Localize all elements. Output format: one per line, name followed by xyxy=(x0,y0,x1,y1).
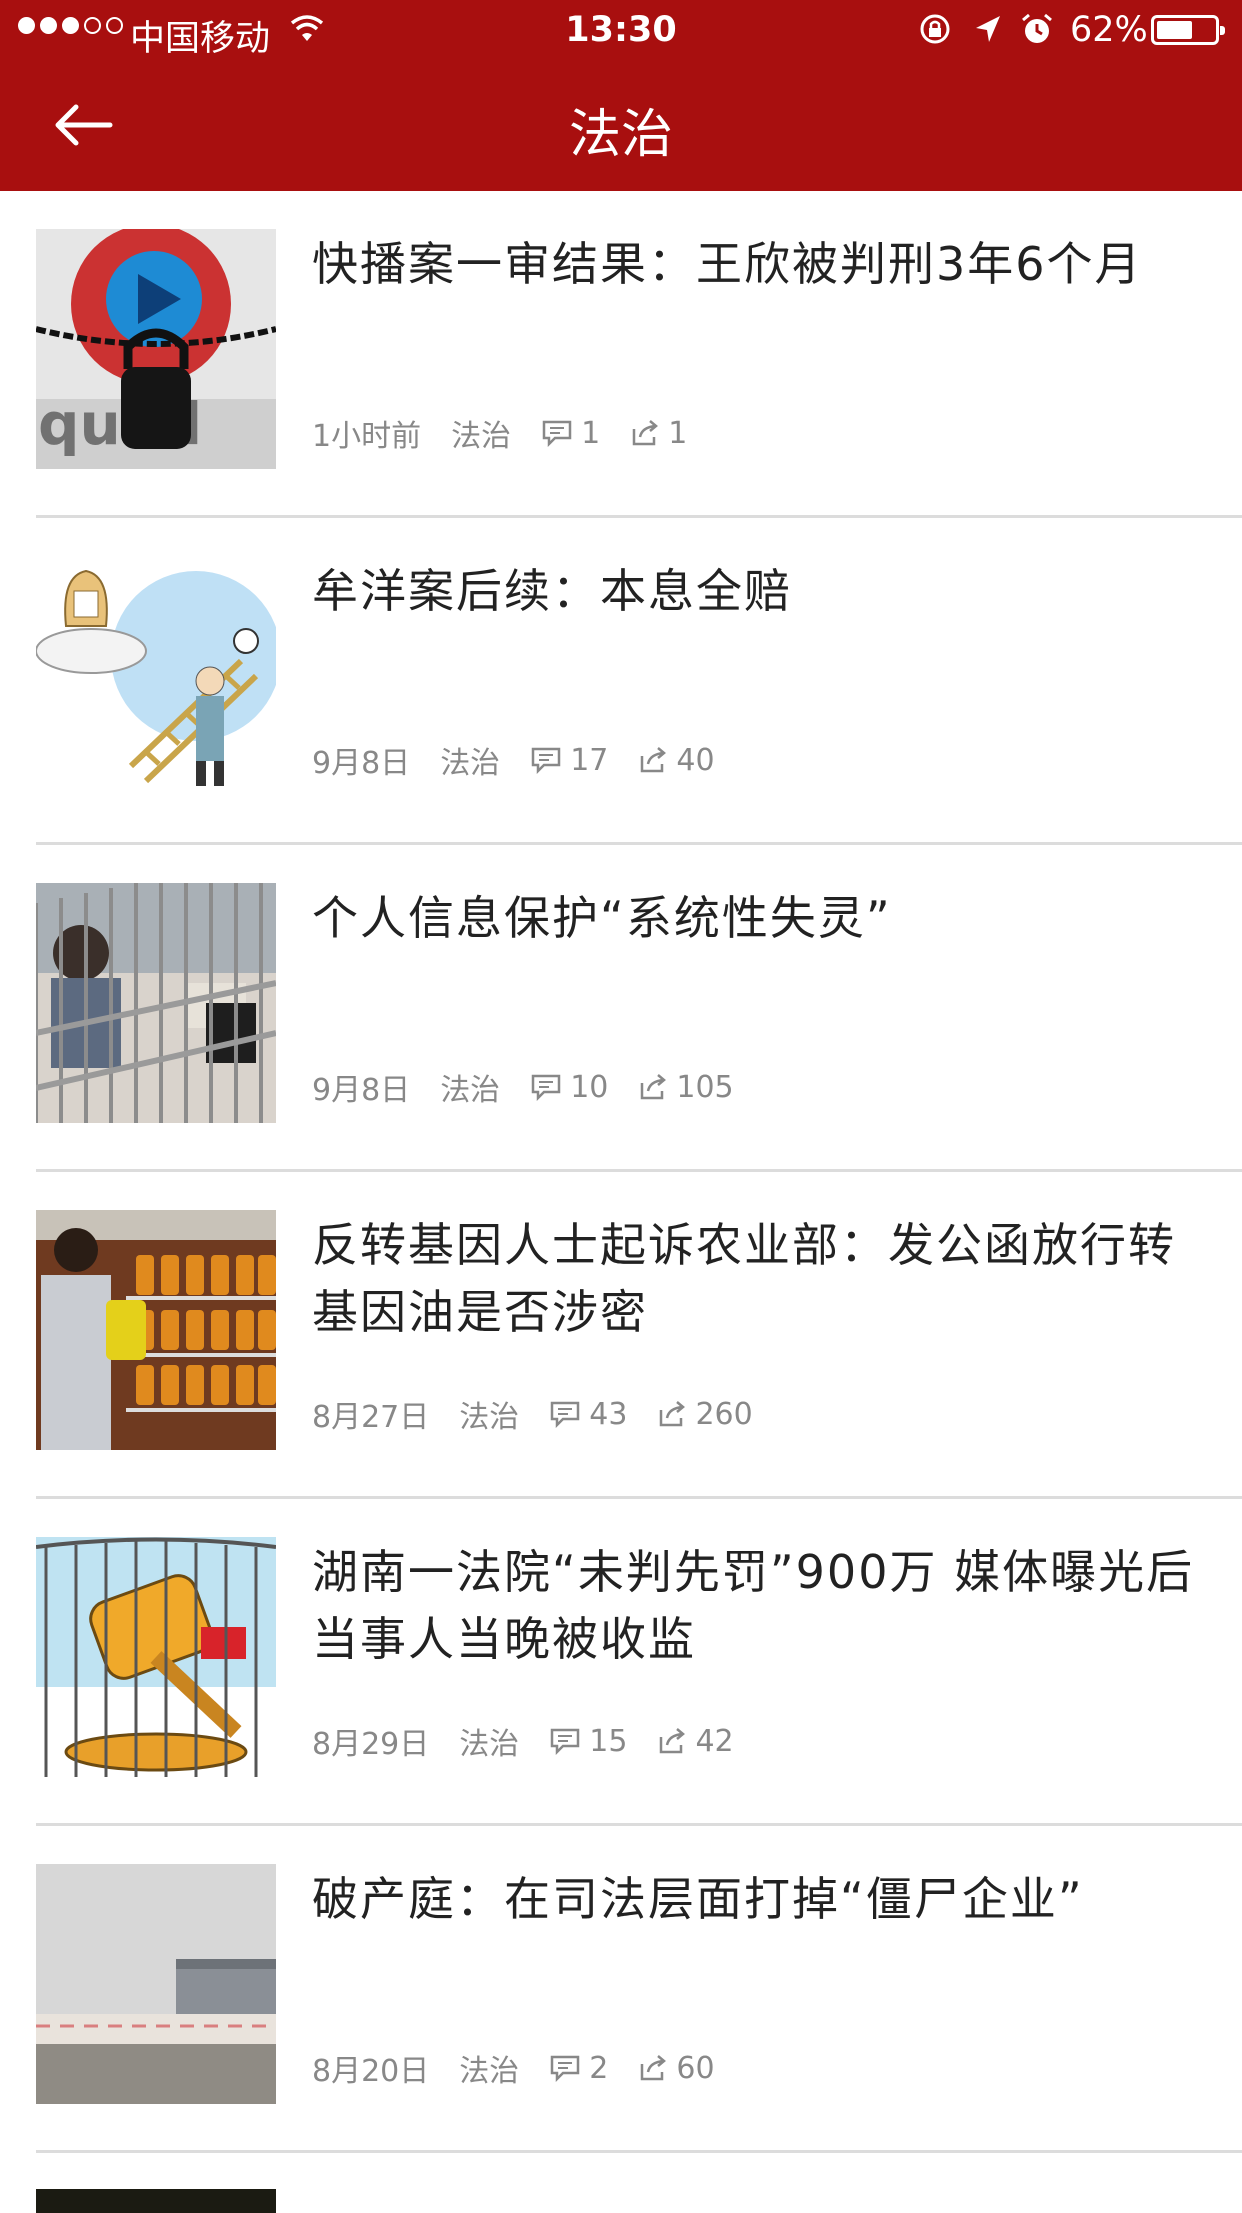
comment-icon xyxy=(551,1401,580,1428)
top-bar: 中国移动 13:30 62% 法治 xyxy=(0,0,1242,191)
article-item[interactable]: 个人信息保护“系统性失灵” 9月8日 法治 10 105 xyxy=(0,845,1242,1172)
comment-count: 17 xyxy=(570,742,609,778)
article-meta: 8月27日 法治 43 260 xyxy=(312,1394,783,1436)
next-article-thumbnail xyxy=(36,2189,276,2213)
share-count: 40 xyxy=(676,742,715,778)
factory-thumbnail xyxy=(36,1864,276,2104)
comment-icon xyxy=(551,1728,580,1755)
share-count: 260 xyxy=(695,1396,753,1432)
article-date: 8月29日 xyxy=(312,1727,430,1762)
article-category: 法治 xyxy=(440,746,501,781)
article-category: 法治 xyxy=(459,1400,520,1435)
article-date: 8月27日 xyxy=(312,1400,430,1435)
comment-icon xyxy=(531,747,561,774)
comment-icon xyxy=(551,2055,580,2082)
article-item[interactable]: 牟洋案后续：本息全赔 9月8日 法治 17 40 xyxy=(0,518,1242,845)
article-item-partial[interactable] xyxy=(0,2153,1242,2213)
share-icon xyxy=(660,1401,686,1427)
article-meta: 1小时前 法治 1 1 xyxy=(312,413,717,455)
comment-count: 43 xyxy=(589,1396,628,1432)
comment-count: 15 xyxy=(589,1723,628,1759)
article-item[interactable]: 反转基因人士起诉农业部：发公函放行转基因油是否涉密 8月27日 法治 43 26… xyxy=(0,1172,1242,1499)
status-time: 13:30 xyxy=(565,10,677,50)
battery-icon xyxy=(1151,15,1225,45)
share-icon xyxy=(641,2055,667,2081)
page-title: 法治 xyxy=(568,105,673,165)
article-date: 1小时前 xyxy=(312,419,422,454)
article-meta: 9月8日 法治 10 105 xyxy=(312,1067,764,1109)
article-item[interactable]: 湖南一法院“未判先罚”900万 媒体曝光后当事人当晚被收监 8月29日 法治 1… xyxy=(0,1499,1242,1826)
article-title: 反转基因人士起诉农业部：发公函放行转基因油是否涉密 xyxy=(312,1218,1176,1339)
share-count: 1 xyxy=(668,415,688,451)
article-category: 法治 xyxy=(459,1727,520,1762)
article-title: 个人信息保护“系统性失灵” xyxy=(312,891,892,945)
share-icon xyxy=(632,420,659,446)
article-meta: 9月8日 法治 17 40 xyxy=(312,740,745,782)
comment-icon xyxy=(542,420,572,447)
qvod-lock-thumbnail: quod xyxy=(36,229,276,469)
article-category: 法治 xyxy=(459,2054,520,2089)
article-category: 法治 xyxy=(451,419,512,454)
cartoon-ladder-thumbnail xyxy=(36,556,276,796)
share-count: 60 xyxy=(676,2050,715,2086)
courtroom-cage-thumbnail xyxy=(36,883,276,1123)
location-arrow-icon xyxy=(976,16,1000,42)
battery-percentage: 62% xyxy=(1070,10,1148,50)
share-count: 42 xyxy=(695,1723,734,1759)
article-list: quod 快播案一审结果：王欣被判刑3年6个月 1小时前 法治 1 1 牟洋案后… xyxy=(0,191,1242,2213)
comment-count: 10 xyxy=(570,1069,609,1105)
rotation-lock-icon xyxy=(920,14,950,44)
article-date: 8月20日 xyxy=(312,2054,430,2089)
share-icon xyxy=(660,1728,686,1754)
article-title: 湖南一法院“未判先罚”900万 媒体曝光后当事人当晚被收监 xyxy=(312,1545,1195,1666)
supermarket-oil-thumbnail xyxy=(36,1210,276,1450)
article-category: 法治 xyxy=(440,1073,501,1108)
comment-icon xyxy=(531,1074,561,1101)
share-icon xyxy=(641,1074,667,1100)
article-item[interactable]: 破产庭：在司法层面打掉“僵尸企业” 8月20日 法治 2 60 xyxy=(0,1826,1242,2153)
status-bar: 中国移动 13:30 62% xyxy=(0,0,1242,62)
article-date: 9月8日 xyxy=(312,1073,411,1108)
article-date: 9月8日 xyxy=(312,746,411,781)
alarm-clock-icon xyxy=(1022,13,1052,43)
comment-count: 2 xyxy=(589,2050,609,2086)
article-item[interactable]: quod 快播案一审结果：王欣被判刑3年6个月 1小时前 法治 1 1 xyxy=(0,191,1242,518)
share-icon xyxy=(641,747,667,773)
comment-count: 1 xyxy=(581,415,601,451)
article-title: 牟洋案后续：本息全赔 xyxy=(312,564,792,618)
article-title: 破产庭：在司法层面打掉“僵尸企业” xyxy=(312,1872,1084,1926)
article-meta: 8月20日 法治 2 60 xyxy=(312,2048,745,2090)
article-title: 快播案一审结果：王欣被判刑3年6个月 xyxy=(312,237,1143,291)
article-meta: 8月29日 法治 15 42 xyxy=(312,1721,764,1763)
gavel-cage-cartoon-thumbnail xyxy=(36,1537,276,1777)
share-count: 105 xyxy=(676,1069,734,1105)
